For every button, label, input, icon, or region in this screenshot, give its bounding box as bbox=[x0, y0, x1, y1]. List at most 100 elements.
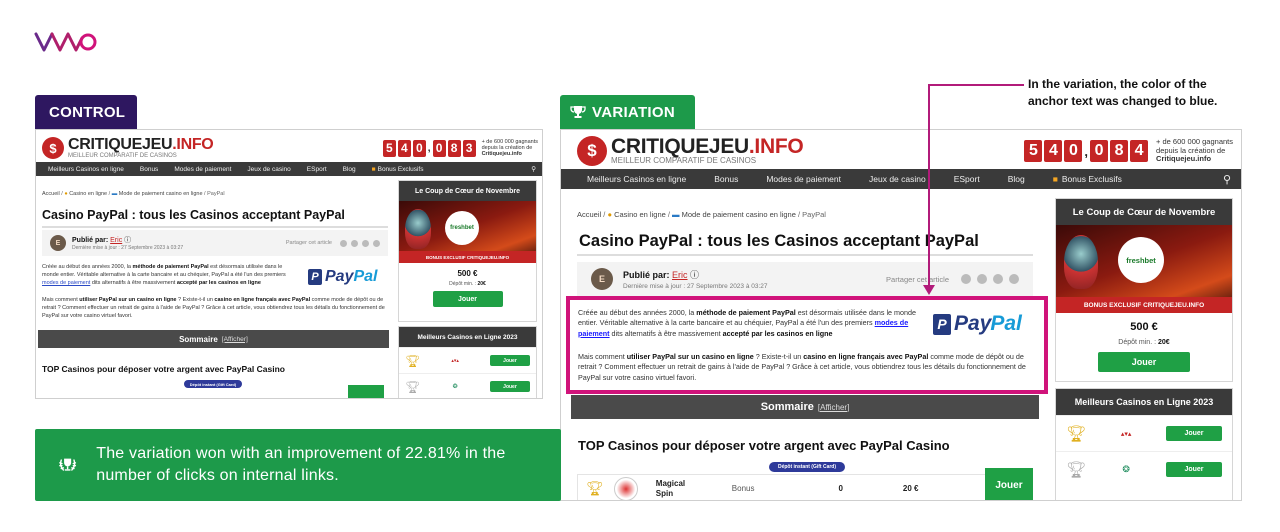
sommaire-toggle[interactable]: [Afficher] bbox=[222, 336, 248, 343]
search-icon[interactable]: ⚲ bbox=[531, 165, 536, 173]
text-bold: utiliser PayPal sur un casino en ligne bbox=[79, 297, 177, 303]
freshbet-logo: freshbet bbox=[1118, 237, 1164, 283]
whatsapp-icon[interactable] bbox=[373, 239, 380, 247]
casino-chip-icon: $ bbox=[577, 136, 607, 166]
sommaire-bar[interactable]: Sommaire [Afficher] bbox=[38, 330, 389, 348]
nav-item[interactable]: Blog bbox=[1008, 174, 1025, 184]
counter-digit: 4 bbox=[1130, 140, 1149, 162]
play-button[interactable]: Jouer bbox=[489, 381, 530, 392]
breadcrumb: Accueil / ● Casino en ligne / ▬ Mode de … bbox=[577, 210, 826, 219]
deposit-amount: 20 € bbox=[902, 484, 919, 493]
casino-name[interactable]: Magical Spin bbox=[656, 479, 696, 498]
bonus-ribbon: BONUS EXCLUSIF CRITIQUEJEU.INFO bbox=[399, 251, 536, 263]
paypal-icon: P bbox=[308, 269, 322, 285]
result-text: The variation won with an improvement of… bbox=[96, 444, 506, 484]
intro-paragraph: Créée au début des années 2000, la métho… bbox=[42, 264, 300, 288]
reddit-icon[interactable] bbox=[993, 274, 1003, 284]
sommaire-toggle[interactable]: [Afficher] bbox=[818, 403, 849, 412]
laurel-trophy-icon bbox=[59, 458, 77, 471]
crumb-link[interactable]: Casino en ligne bbox=[69, 191, 107, 197]
nav-item[interactable]: Meilleurs Casinos en ligne bbox=[587, 174, 686, 184]
nav-item[interactable]: Modes de paiement bbox=[766, 174, 841, 184]
casino-rank-row: 🏆︎ ❂ Jouer bbox=[1056, 451, 1232, 487]
text: ? Existe-t-il un bbox=[176, 297, 215, 303]
text-bold: casino en ligne français avec PayPal bbox=[214, 297, 311, 303]
nav-item[interactable]: Meilleurs Casinos en ligne bbox=[48, 166, 124, 173]
crumb-link[interactable]: Casino en ligne bbox=[614, 210, 666, 219]
crumb-link[interactable]: Accueil bbox=[42, 191, 60, 197]
nav-item[interactable]: Jeux de casino bbox=[247, 166, 290, 173]
published-label: Publié par: bbox=[72, 237, 109, 244]
whatsapp-icon[interactable] bbox=[1009, 274, 1019, 284]
sommaire-bar[interactable]: Sommaire [Afficher] bbox=[571, 395, 1039, 419]
share-label: Partager cet article bbox=[886, 274, 949, 284]
silver-trophy-icon: 🏆︎ bbox=[1066, 461, 1087, 479]
play-button-partial[interactable] bbox=[348, 385, 384, 398]
facebook-icon[interactable] bbox=[977, 274, 987, 284]
casino-row: 🏆︎ Magical Spin Bonus 0 20 € bbox=[577, 474, 1033, 500]
nav-item[interactable]: Bonus Exclusifs bbox=[1062, 174, 1122, 184]
play-button[interactable]: Jouer bbox=[489, 355, 530, 366]
casino-rank-row: 🏆︎ ▴▾▴ Jouer bbox=[399, 347, 536, 373]
play-button[interactable]: Jouer bbox=[1098, 352, 1190, 372]
gift-icon: ■ bbox=[371, 165, 376, 173]
breadcrumb: Accueil / ● Casino en ligne / ▬ Mode de … bbox=[42, 191, 225, 197]
brand-tld: .INFO bbox=[748, 135, 804, 159]
author-link[interactable]: Eric bbox=[672, 270, 688, 280]
site-brand[interactable]: $ CRITIQUEJEU.INFO MEILLEUR COMPARATIF D… bbox=[577, 135, 804, 166]
site-brand[interactable]: $ CRITIQUEJEU.INFO MEILLEUR COMPARATIF D… bbox=[42, 136, 214, 160]
nav-item[interactable]: ESport bbox=[954, 174, 980, 184]
nav-item[interactable]: Blog bbox=[343, 166, 356, 173]
sommaire-label: Sommaire bbox=[179, 334, 218, 344]
twitter-icon[interactable] bbox=[961, 274, 971, 284]
nav-item[interactable]: Modes de paiement bbox=[174, 166, 231, 173]
best-casinos-title: Meilleurs Casinos en Ligne 2023 bbox=[1056, 389, 1232, 415]
callout-line bbox=[928, 84, 930, 292]
nav-item[interactable]: Bonus Exclusifs bbox=[378, 166, 424, 173]
site-header: $ CRITIQUEJEU.INFO MEILLEUR COMPARATIF D… bbox=[42, 134, 538, 162]
info-icon: ⓘ bbox=[690, 270, 700, 280]
callout-arrow-icon bbox=[923, 285, 935, 295]
facebook-icon[interactable] bbox=[351, 239, 358, 247]
text: Créée au début des années 2000, la bbox=[42, 264, 133, 270]
updated-date: Dernière mise à jour : 27 Septembre 2023… bbox=[623, 283, 768, 290]
section-heading: TOP Casinos pour déposer votre argent av… bbox=[42, 364, 285, 374]
bonus-label: Bonus bbox=[731, 484, 755, 493]
search-icon[interactable]: ⚲ bbox=[1223, 173, 1231, 186]
variation-label: VARIATION bbox=[560, 95, 695, 129]
bonus-value: 0 bbox=[838, 484, 843, 493]
nav-item[interactable]: Bonus bbox=[714, 174, 738, 184]
reddit-icon[interactable] bbox=[362, 239, 369, 247]
card-icon: ▬ bbox=[111, 191, 118, 197]
play-button[interactable]: Jouer bbox=[985, 468, 1033, 500]
counter-digit: 8 bbox=[447, 139, 461, 157]
crumb-link[interactable]: Accueil bbox=[577, 210, 601, 219]
promo-banner[interactable]: freshbet BONUS EXCLUSIF CRITIQUEJEU.INFO bbox=[399, 201, 536, 263]
brand-subtitle: MEILLEUR COMPARATIF DE CASINOS bbox=[611, 156, 757, 166]
twitter-icon[interactable] bbox=[340, 239, 347, 247]
counter-digit: 3 bbox=[462, 139, 476, 157]
crumb-link[interactable]: Mode de paiement casino en ligne bbox=[119, 191, 203, 197]
nav-item[interactable]: ESport bbox=[307, 166, 327, 173]
play-button[interactable]: Jouer bbox=[432, 291, 503, 307]
control-screenshot: $ CRITIQUEJEU.INFO MEILLEUR COMPARATIF D… bbox=[35, 129, 543, 399]
author-link[interactable]: Eric bbox=[110, 237, 122, 244]
nav-item[interactable]: Bonus bbox=[140, 166, 158, 173]
casino-rank-row: 🏆︎ ▴▾▴ Jouer bbox=[1056, 415, 1232, 451]
nav-item[interactable]: Jeux de casino bbox=[869, 174, 926, 184]
main-nav: Meilleurs Casinos en ligne Bonus Modes d… bbox=[561, 169, 1241, 189]
callout-text: In the variation, the color of the ancho… bbox=[1028, 77, 1218, 108]
counter-digit: 4 bbox=[397, 139, 411, 157]
play-button[interactable]: Jouer bbox=[1165, 462, 1222, 477]
silver-trophy-icon: 🏆︎ bbox=[405, 379, 421, 394]
anchor-link-control[interactable]: modes de paiement bbox=[42, 280, 90, 286]
featured-title: Le Coup de Cœur de Novembre bbox=[399, 181, 536, 201]
winners-counter: 5 4 0 , 0 8 3 + de 600 000 gagnants depu… bbox=[382, 139, 538, 158]
casino-icon: ● bbox=[64, 191, 68, 197]
divider bbox=[577, 254, 1033, 256]
promo-banner[interactable]: freshbet BONUS EXCLUSIF CRITIQUEJEU.INFO bbox=[1056, 225, 1232, 313]
crumb-link[interactable]: Mode de paiement casino en ligne bbox=[682, 210, 796, 219]
crumb-current: PayPal bbox=[802, 210, 826, 219]
play-button[interactable]: Jouer bbox=[1165, 426, 1222, 441]
paypal-word-1: Pay bbox=[325, 268, 354, 285]
